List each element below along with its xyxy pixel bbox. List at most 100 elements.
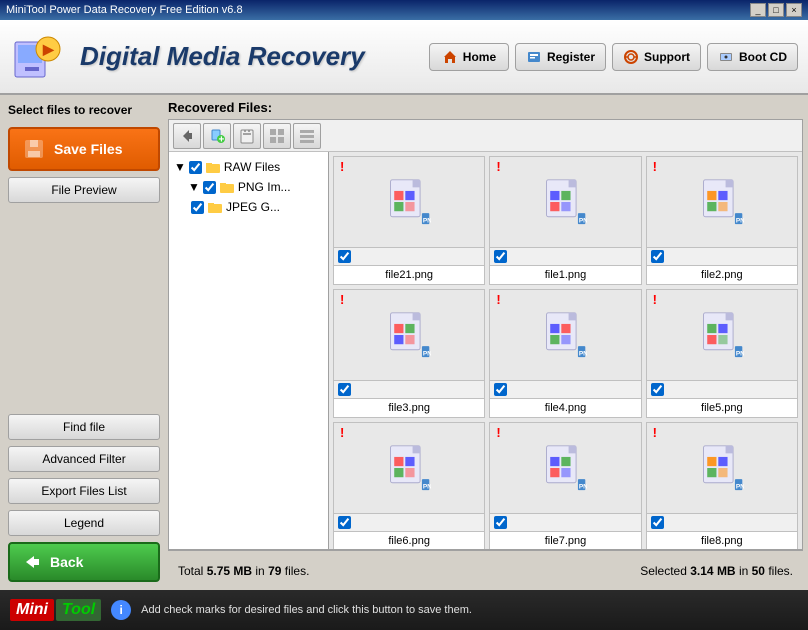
file-checkbox[interactable] [651, 250, 664, 263]
register-button[interactable]: Register [515, 43, 606, 71]
tree-checkbox-jpeg[interactable] [191, 201, 204, 214]
file-name: file3.png [334, 398, 484, 417]
toolbar-grid-button[interactable] [263, 123, 291, 149]
maximize-button[interactable]: □ [768, 3, 784, 17]
support-button[interactable]: Support [612, 43, 701, 71]
file-icon: PNG [543, 311, 587, 359]
logo-icon: ▶ [10, 27, 70, 87]
bootcd-button[interactable]: Boot CD [707, 43, 798, 71]
file-name: file1.png [490, 265, 640, 284]
file-checkbox[interactable] [338, 250, 351, 263]
grid-item-footer [490, 513, 640, 531]
file-icon: PNG [700, 444, 744, 492]
warning-indicator: ! [496, 159, 500, 174]
tree-item-raw[interactable]: ▼ RAW Files [174, 157, 323, 177]
tree-expand-png: ▼ [188, 180, 200, 194]
status-left: Total 5.75 MB in 79 files. [178, 564, 640, 578]
file-preview: PNG [647, 423, 797, 513]
warning-indicator: ! [496, 292, 500, 307]
file-checkbox[interactable] [338, 516, 351, 529]
grid-item[interactable]: ! PNG file7.png [489, 422, 641, 549]
file-preview-button[interactable]: File Preview [8, 177, 160, 203]
file-icon: PNG [387, 178, 431, 226]
file-checkbox[interactable] [651, 516, 664, 529]
sidebar-title: Select files to recover [8, 103, 160, 117]
tree-item-jpeg[interactable]: JPEG G... [174, 197, 323, 217]
tree-checkbox-raw[interactable] [189, 161, 202, 174]
svg-text:+: + [219, 134, 225, 144]
home-icon [442, 49, 458, 65]
file-preview: PNG [334, 157, 484, 247]
file-preview: PNG [647, 157, 797, 247]
folder-icon-jpeg [207, 199, 223, 215]
file-checkbox[interactable] [494, 516, 507, 529]
toolbar-list-button[interactable] [293, 123, 321, 149]
grid-area[interactable]: ! PNG file21.png ! [329, 152, 802, 549]
support-icon [623, 49, 639, 65]
grid-item[interactable]: ! PNG file8.png [646, 422, 798, 549]
status-bar: Total 5.75 MB in 79 files. Selected 3.14… [168, 550, 803, 590]
title-bar-text: MiniTool Power Data Recovery Free Editio… [6, 4, 243, 16]
grid-item[interactable]: ! PNG file5.png [646, 289, 798, 418]
grid-item-footer [334, 380, 484, 398]
legend-button[interactable]: Legend [8, 510, 160, 536]
toolbar-remove-button[interactable] [233, 123, 261, 149]
file-name: file4.png [490, 398, 640, 417]
header: ▶ Digital Media Recovery Home Register [0, 20, 808, 95]
warning-indicator: ! [340, 292, 344, 307]
home-button[interactable]: Home [429, 43, 509, 71]
file-name: file6.png [334, 531, 484, 549]
file-icon: PNG [543, 178, 587, 226]
tree-checkbox-png[interactable] [203, 181, 216, 194]
grid-item-footer [647, 247, 797, 265]
file-checkbox[interactable] [338, 383, 351, 396]
file-name: file5.png [647, 398, 797, 417]
file-checkbox[interactable] [494, 383, 507, 396]
sidebar: Select files to recover Save Files File … [0, 95, 168, 590]
grid-item-footer [490, 247, 640, 265]
file-tree: ▼ RAW Files ▼ PNG Im... [169, 152, 329, 549]
main-container: Select files to recover Save Files File … [0, 95, 808, 590]
toolbar-add-button[interactable]: + [203, 123, 231, 149]
export-files-button[interactable]: Export Files List [8, 478, 160, 504]
tree-label-png: PNG Im... [238, 180, 291, 194]
svg-text:PNG: PNG [579, 483, 587, 490]
info-icon: i [111, 600, 131, 620]
grid-item[interactable]: ! PNG file3.png [333, 289, 485, 418]
file-preview: PNG [490, 423, 640, 513]
tree-label-jpeg: JPEG G... [226, 200, 280, 214]
svg-text:PNG: PNG [579, 350, 587, 357]
svg-text:PNG: PNG [423, 217, 431, 224]
save-icon [22, 137, 46, 161]
save-files-button[interactable]: Save Files [8, 127, 160, 171]
grid-item[interactable]: ! PNG file21.png [333, 156, 485, 285]
file-icon: PNG [387, 444, 431, 492]
grid-item[interactable]: ! PNG file2.png [646, 156, 798, 285]
title-bar-buttons: _ □ × [750, 3, 802, 17]
file-checkbox[interactable] [651, 383, 664, 396]
file-name: file8.png [647, 531, 797, 549]
file-icon: PNG [700, 311, 744, 359]
content-area: Recovered Files: + [168, 95, 808, 590]
file-preview: PNG [490, 157, 640, 247]
file-checkbox[interactable] [494, 250, 507, 263]
grid-item[interactable]: ! PNG file1.png [489, 156, 641, 285]
svg-text:PNG: PNG [423, 483, 431, 490]
grid-item[interactable]: ! PNG file6.png [333, 422, 485, 549]
svg-text:PNG: PNG [736, 217, 744, 224]
content-body: ▼ RAW Files ▼ PNG Im... [169, 152, 802, 549]
warning-indicator: ! [340, 159, 344, 174]
tree-item-png[interactable]: ▼ PNG Im... [174, 177, 323, 197]
file-name: file2.png [647, 265, 797, 284]
logo-tool: Tool [62, 601, 95, 618]
close-button[interactable]: × [786, 3, 802, 17]
back-icon [22, 552, 42, 572]
advanced-filter-button[interactable]: Advanced Filter [8, 446, 160, 472]
grid-item-footer [334, 247, 484, 265]
warning-indicator: ! [496, 425, 500, 440]
minimize-button[interactable]: _ [750, 3, 766, 17]
find-file-button[interactable]: Find file [8, 414, 160, 440]
toolbar-back-button[interactable] [173, 123, 201, 149]
back-button[interactable]: Back [8, 542, 160, 582]
grid-item[interactable]: ! PNG file4.png [489, 289, 641, 418]
